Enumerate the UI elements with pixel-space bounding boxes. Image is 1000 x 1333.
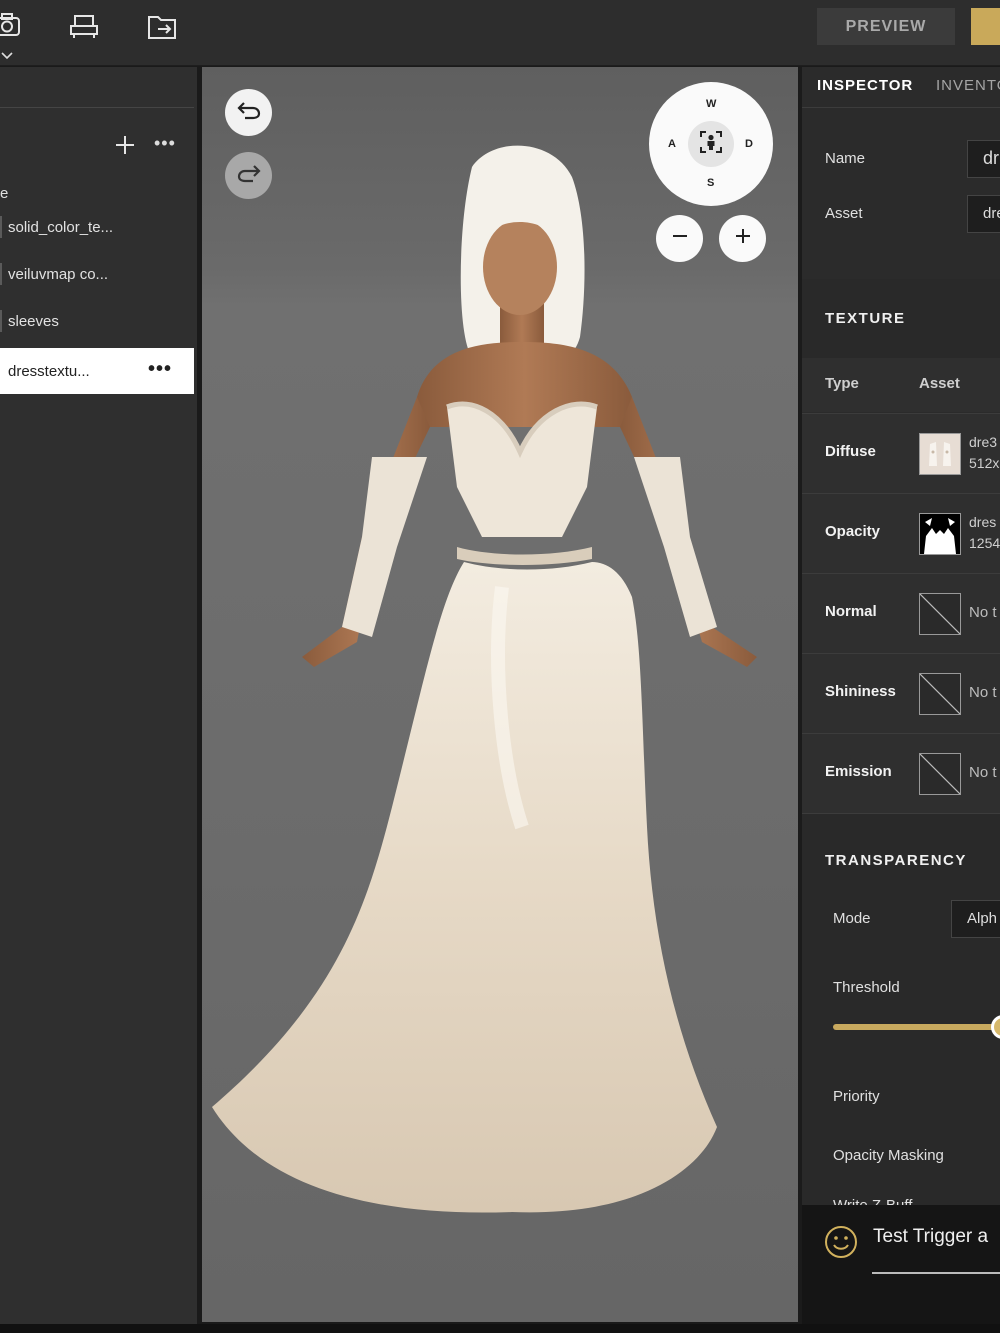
texture-row-diffuse[interactable]: Diffuse dre3 512x xyxy=(802,413,1000,493)
3d-viewport[interactable]: W S A D xyxy=(202,67,798,1322)
layer-marker xyxy=(0,263,2,285)
texture-size: 512x xyxy=(969,455,1000,471)
avatar-model xyxy=(212,145,757,1213)
mode-select[interactable]: Alph xyxy=(951,900,1000,938)
empty-texture-icon[interactable] xyxy=(919,673,961,715)
layer-label: dresstextu... xyxy=(8,362,90,380)
bottom-edge xyxy=(0,1324,1000,1333)
column-asset: Asset xyxy=(919,375,960,392)
texture-file: dre3 xyxy=(969,434,998,450)
redo-icon xyxy=(236,162,262,189)
texture-type: Opacity xyxy=(825,523,881,540)
chevron-down-icon[interactable] xyxy=(0,48,14,66)
asset-field[interactable]: dre xyxy=(967,195,1000,233)
section-label: e xyxy=(0,185,9,202)
mode-label: Mode xyxy=(833,910,871,927)
texture-row-emission[interactable]: Emission No t xyxy=(802,733,1000,813)
minus-icon xyxy=(671,227,689,250)
texture-row-opacity[interactable]: Opacity dres 1254 xyxy=(802,493,1000,573)
diffuse-thumbnail[interactable] xyxy=(919,433,961,475)
test-trigger-input[interactable]: Test Trigger a xyxy=(873,1226,988,1248)
layer-item-veiluvmap[interactable]: veiluvmap co... xyxy=(0,251,194,297)
layer-item-sleeves[interactable]: sleeves xyxy=(0,298,194,344)
threshold-label: Threshold xyxy=(833,979,900,996)
layer-label: sleeves xyxy=(8,312,59,330)
texture-row-shininess[interactable]: Shininess No t xyxy=(802,653,1000,733)
input-underline xyxy=(872,1272,1000,1274)
layer-label: solid_color_te... xyxy=(8,218,114,236)
layers-panel: ••• e solid_color_te... veiluvmap co... … xyxy=(0,67,197,1324)
empty-texture-icon[interactable] xyxy=(919,753,961,795)
redo-button[interactable] xyxy=(225,152,272,199)
layer-marker xyxy=(0,310,2,332)
texture-row-normal[interactable]: Normal No t xyxy=(802,573,1000,653)
recenter-button[interactable] xyxy=(688,121,734,167)
texture-type: Shininess xyxy=(825,683,896,700)
plus-icon xyxy=(734,227,752,250)
texture-type: Diffuse xyxy=(825,443,876,460)
texture-table-header: Type Asset xyxy=(802,358,1000,412)
write-zbuffer-label: Write Z-Buff xyxy=(833,1197,912,1205)
camera-icon[interactable] xyxy=(0,10,22,45)
chair-icon[interactable] xyxy=(69,12,99,45)
smiley-icon[interactable] xyxy=(824,1225,858,1264)
texture-type: Normal xyxy=(825,603,877,620)
zoom-out-button[interactable] xyxy=(656,215,703,262)
add-layer-icon[interactable] xyxy=(114,134,136,161)
name-label: Name xyxy=(825,150,866,167)
name-field[interactable]: dr xyxy=(967,140,1000,178)
tab-inventory[interactable]: INVENTO xyxy=(936,77,1000,94)
undo-button[interactable] xyxy=(225,89,272,136)
texture-status: No t xyxy=(969,764,997,781)
nav-right[interactable]: D xyxy=(745,138,753,150)
more-options-icon[interactable]: ••• xyxy=(154,133,176,154)
threshold-slider-track[interactable] xyxy=(833,1024,1000,1030)
asset-label: Asset xyxy=(825,205,863,222)
texture-size: 1254 xyxy=(969,535,1000,551)
zoom-in-button[interactable] xyxy=(719,215,766,262)
layer-item-dresstexture[interactable]: dresstextu... ••• xyxy=(0,348,194,394)
tab-inspector[interactable]: INSPECTOR xyxy=(817,77,913,94)
empty-texture-icon[interactable] xyxy=(919,593,961,635)
opacity-masking-label: Opacity Masking xyxy=(833,1147,944,1164)
nav-left[interactable]: A xyxy=(668,138,676,150)
layer-label: veiluvmap co... xyxy=(8,265,109,283)
texture-file: dres xyxy=(969,514,997,530)
top-toolbar: PREVIEW xyxy=(0,0,1000,66)
texture-section-header: TEXTURE xyxy=(802,279,1000,358)
undo-icon xyxy=(236,99,262,126)
inspector-panel: INSPECTOR INVENTO Name dr Asset dre TEXT… xyxy=(802,67,1000,1205)
nav-up[interactable]: W xyxy=(706,98,716,110)
priority-label: Priority xyxy=(833,1088,880,1105)
camera-nav-pad[interactable]: W S A D xyxy=(649,82,773,206)
opacity-thumbnail[interactable] xyxy=(919,513,961,555)
divider xyxy=(0,107,194,108)
texture-status: No t xyxy=(969,604,997,621)
divider xyxy=(802,107,1000,108)
save-button[interactable] xyxy=(971,8,1000,45)
column-type: Type xyxy=(825,375,859,392)
nav-down[interactable]: S xyxy=(707,177,714,189)
texture-status: No t xyxy=(969,684,997,701)
person-focus-icon xyxy=(698,129,724,160)
texture-type: Emission xyxy=(825,763,892,780)
transparency-title: TRANSPARENCY xyxy=(825,852,967,869)
test-trigger-bar: Test Trigger a xyxy=(802,1205,1000,1324)
texture-title: TEXTURE xyxy=(825,310,906,327)
layer-marker xyxy=(0,216,2,238)
layer-item-solid-color[interactable]: solid_color_te... xyxy=(0,204,194,250)
layer-more-button[interactable]: ••• xyxy=(148,358,172,381)
preview-button[interactable]: PREVIEW xyxy=(817,8,955,45)
folder-export-icon[interactable] xyxy=(147,13,179,46)
